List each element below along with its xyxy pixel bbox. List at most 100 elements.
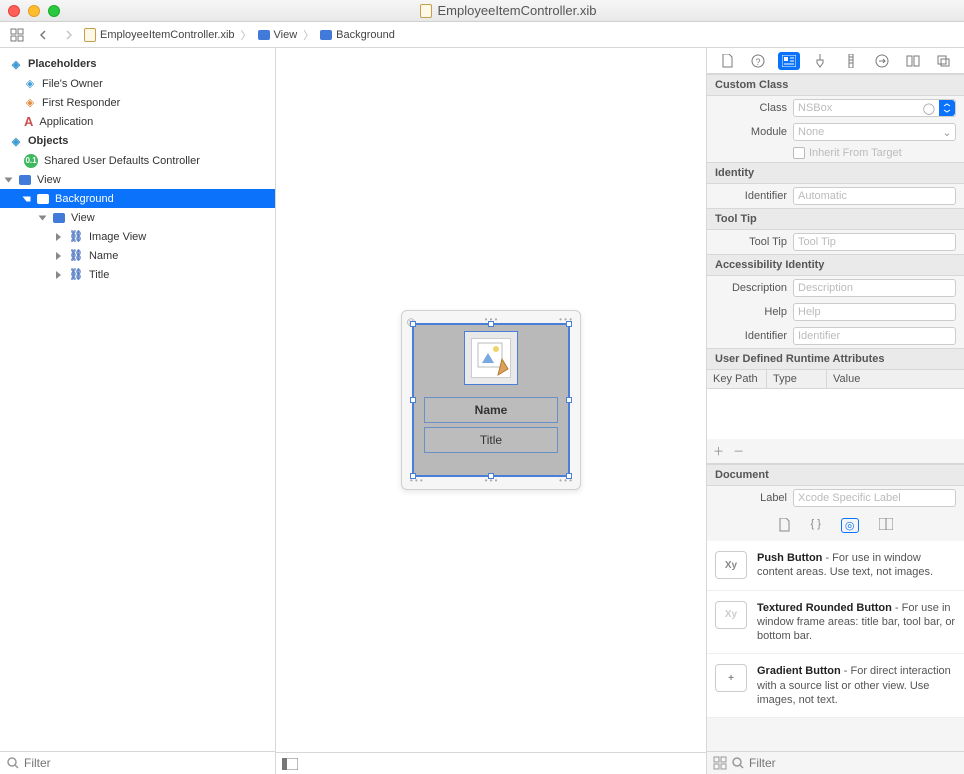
class-field[interactable]: NSBox ◯ [793,99,956,117]
application-item[interactable]: A Application [0,112,275,131]
forward-button[interactable] [58,26,80,44]
accessibility-header: Accessibility Identity [707,254,964,276]
window-titlebar: EmployeeItemController.xib [0,0,964,22]
inherit-checkbox[interactable] [793,147,805,159]
disclosure-triangle-icon[interactable] [23,196,31,201]
resize-handle[interactable] [488,473,494,479]
media-lib-tab[interactable] [879,518,893,533]
constraint-icon: ⛓ [69,230,83,243]
constraint-icon: ⛓ [69,268,83,281]
rt-type-col[interactable]: Type [767,370,827,388]
outline-filter-input[interactable] [24,756,269,770]
outline-filter-bar [0,751,275,774]
runtime-table-body[interactable] [707,389,964,439]
desc-field[interactable]: Description [793,279,956,297]
tooltip-field[interactable]: Tool Tip [793,233,956,251]
file-template-lib-tab[interactable] [778,518,790,533]
acc-id-field[interactable]: Identifier [793,327,956,345]
code-snippet-lib-tab[interactable]: { } [810,518,820,533]
breadcrumb-view[interactable]: View [258,29,298,41]
tooltip-label: Tool Tip [715,236,787,248]
help-field[interactable]: Help [793,303,956,321]
dropdown-icon[interactable] [939,100,955,116]
image-view-item[interactable]: ⛓ Image View [0,227,275,246]
application-icon: A [24,114,33,129]
remove-button[interactable]: － [733,446,744,458]
first-responder-item[interactable]: ◈ First Responder [0,93,275,112]
library-filter-input[interactable] [749,756,958,770]
library-item-push-button[interactable]: Xy Push Button - For use in window conte… [707,541,964,591]
grid-view-icon[interactable] [713,756,727,770]
resize-handle[interactable] [566,321,572,327]
identifier-field[interactable]: Automatic [793,187,956,205]
jump-bar: EmployeeItemController.xib 〉 View 〉 Back… [0,22,964,48]
file-inspector-tab[interactable] [716,52,738,70]
title-textfield[interactable]: Title [424,427,558,453]
maximize-button[interactable] [48,5,60,17]
inner-view-item[interactable]: View [0,208,275,227]
disclosure-triangle-icon[interactable] [56,271,61,279]
resize-handle[interactable] [410,473,416,479]
resize-handle[interactable] [566,473,572,479]
module-field[interactable]: None ⌄ [793,123,956,141]
files-owner-item[interactable]: ◈ File's Owner [0,74,275,93]
title-item[interactable]: ⛓ Title [0,265,275,284]
breadcrumb-background[interactable]: Background [320,29,395,41]
back-button[interactable] [32,26,54,44]
window-title-text: EmployeeItemController.xib [438,3,597,18]
effects-inspector-tab[interactable] [933,52,955,70]
library-tabs: { } ◎ [707,510,964,541]
resize-handle[interactable] [410,321,416,327]
help-inspector-tab[interactable]: ? [747,52,769,70]
runtime-controls: ＋ － [707,439,964,464]
view-icon [19,175,31,185]
resize-handle[interactable] [566,397,572,403]
cube-icon: ◈ [10,135,22,147]
library-item-gradient-button[interactable]: + Gradient Button - For direct interacti… [707,654,964,718]
identity-inspector-tab[interactable] [778,52,800,70]
view-icon [320,30,332,40]
size-inspector-tab[interactable] [840,52,862,70]
minimize-button[interactable] [28,5,40,17]
name-item[interactable]: ⛓ Name [0,246,275,265]
disclosure-triangle-icon[interactable] [5,177,13,182]
canvas[interactable]: ⊗ • • • • • • • • • • • • • • • [276,48,706,774]
shared-defaults-item[interactable]: 0.1 Shared User Defaults Controller [0,151,275,170]
rt-value-col[interactable]: Value [827,370,964,388]
disclosure-triangle-icon[interactable] [56,252,61,260]
view-icon [53,213,65,223]
toggle-outline-button[interactable] [282,758,298,770]
related-items-button[interactable] [6,26,28,44]
add-button[interactable]: ＋ [713,446,724,458]
chevron-down-icon[interactable]: ⌄ [939,124,955,140]
xib-container-view[interactable]: ⊗ • • • • • • • • • • • • • • • [401,310,581,490]
close-button[interactable] [8,5,20,17]
connections-inspector-tab[interactable] [871,52,893,70]
background-box[interactable]: Name Title [412,323,570,477]
attributes-inspector-tab[interactable] [809,52,831,70]
controller-icon: 0.1 [24,154,38,168]
lib-thumb: + [715,664,747,692]
name-textfield[interactable]: Name [424,397,558,423]
title-text: Title [480,433,502,447]
image-view[interactable] [464,331,518,385]
resize-handle[interactable] [410,397,416,403]
rt-key-col[interactable]: Key Path [707,370,767,388]
library-item-textured-button[interactable]: Xy Textured Rounded Button - For use in … [707,591,964,655]
disclosure-triangle-icon[interactable] [39,215,47,220]
disclosure-triangle-icon[interactable] [56,233,61,241]
background-item[interactable]: Background [0,189,275,208]
name-text: Name [475,403,508,417]
view-item[interactable]: View [0,170,275,189]
objects-header: ◈ Objects [0,131,275,151]
module-label: Module [715,126,787,138]
clear-icon[interactable]: ◯ [923,102,935,115]
module-value: None [798,126,824,138]
object-lib-tab[interactable]: ◎ [841,518,859,533]
resize-handle[interactable] [488,321,494,327]
doc-label-field[interactable]: Xcode Specific Label [793,489,956,507]
lib-title: Gradient Button [757,665,841,677]
breadcrumb-file[interactable]: EmployeeItemController.xib [84,28,235,42]
chevron-right-icon: 〉 [241,27,252,43]
bindings-inspector-tab[interactable] [902,52,924,70]
